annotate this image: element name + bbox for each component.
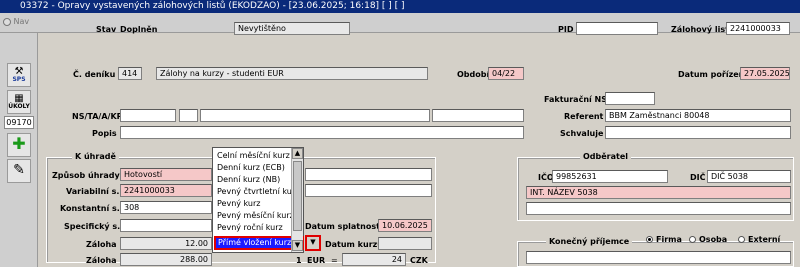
fakt-ns-field[interactable] bbox=[605, 92, 655, 105]
equals-sign: = bbox=[331, 256, 338, 265]
nsta-label: NS/TA/A/KP bbox=[72, 112, 123, 121]
referent-label: Referent bbox=[564, 112, 604, 121]
nav-button[interactable]: Nav bbox=[3, 17, 37, 31]
kurz-option[interactable]: Pevný měsíční kurz bbox=[217, 211, 294, 220]
var-extra-field[interactable] bbox=[305, 184, 432, 197]
print-status-field: Nevytištěno bbox=[234, 22, 350, 35]
scroll-up-icon[interactable]: ▲ bbox=[292, 148, 303, 159]
zal-list-field[interactable]: 2241000033 bbox=[726, 22, 790, 35]
pid-field[interactable] bbox=[576, 22, 658, 35]
splatnost-label: Datum splatnosti bbox=[305, 222, 383, 231]
dropdown-scrollbar[interactable]: ▲ ▼ bbox=[291, 148, 303, 252]
customer-address-field[interactable] bbox=[526, 202, 791, 215]
fakt-ns-label: Fakturační NS bbox=[544, 95, 607, 104]
kurz-qty: 1 bbox=[296, 256, 302, 265]
kurz-option[interactable]: Denní kurz (ECB) bbox=[217, 163, 292, 172]
obdobi-field[interactable]: 04/22 bbox=[488, 67, 524, 80]
schvaluje-field[interactable] bbox=[605, 126, 791, 139]
spec-field[interactable] bbox=[120, 219, 212, 232]
rate-field[interactable]: 24 bbox=[342, 253, 406, 266]
kurz-option[interactable]: Pevný čtvrtletní kurz bbox=[217, 187, 299, 196]
popis-label: Popis bbox=[92, 129, 117, 138]
a-field[interactable] bbox=[200, 109, 430, 122]
kurz-option[interactable]: Pevný roční kurz bbox=[217, 223, 292, 232]
pid-label: PID bbox=[558, 25, 574, 34]
window-title: 03372 - Opravy vystavených zálohových li… bbox=[0, 0, 800, 13]
zaloha2-field[interactable]: 288.00 bbox=[120, 253, 212, 266]
kurz-dropdown-list[interactable]: Celní měsíční kurz Denní kurz (ECB) Denn… bbox=[212, 147, 304, 253]
currency-to: CZK bbox=[410, 256, 428, 265]
record-counter: 09170 bbox=[4, 116, 34, 129]
datum-kurzu-label: Datum kurzu bbox=[325, 240, 383, 249]
stav-value: Doplněn bbox=[120, 25, 158, 34]
datum-poriz-field[interactable]: 27.05.2025 bbox=[740, 67, 790, 80]
ta-field[interactable] bbox=[179, 109, 198, 122]
splatnost-field[interactable]: 10.06.2025 bbox=[378, 219, 432, 232]
currency-from: EUR bbox=[307, 256, 326, 265]
ukoly-button[interactable]: ▦ ÚKOLY bbox=[7, 90, 31, 114]
datum-poriz-label: Datum pořízení bbox=[678, 70, 748, 79]
zpusob-label: Způsob úhrady bbox=[52, 171, 120, 180]
dropdown-arrow-icon[interactable]: ▼ bbox=[305, 235, 321, 251]
zal-list-label: Zálohový list bbox=[671, 25, 729, 34]
prijemce-title: Konečný příjemce bbox=[546, 237, 633, 246]
cdeniku-name: Zálohy na kurzy - studenti EUR bbox=[156, 67, 428, 80]
odberatel-title: Odběratel bbox=[580, 152, 632, 161]
uhrada-title: K úhradě bbox=[72, 152, 119, 161]
prijemce-field[interactable] bbox=[526, 251, 791, 264]
kurz-option[interactable]: Denní kurz (NB) bbox=[217, 175, 292, 184]
ns-field[interactable] bbox=[120, 109, 176, 122]
stav-label: Stav bbox=[96, 25, 117, 34]
kurz-option[interactable]: Celní měsíční kurz bbox=[217, 151, 292, 160]
radio-externi-label: Externí bbox=[748, 235, 781, 244]
add-icon[interactable]: ✚ bbox=[7, 133, 31, 157]
ukoly-label: ÚKOLY bbox=[8, 103, 30, 110]
sps-label: SPS bbox=[12, 76, 26, 83]
radio-osoba-label: Osoba bbox=[699, 235, 728, 244]
ico-field[interactable]: 99852631 bbox=[552, 170, 668, 183]
schvaluje-label: Schvaluje bbox=[560, 129, 604, 138]
customer-name-field[interactable]: INT. NÁZEV 5038 bbox=[526, 186, 791, 199]
obdobi-label: Období bbox=[457, 70, 490, 79]
nav-icon bbox=[3, 17, 11, 26]
scroll-thumb[interactable] bbox=[293, 161, 302, 231]
konst-field[interactable]: 308 bbox=[120, 201, 212, 214]
var-field[interactable]: 2241000033 bbox=[120, 184, 212, 197]
zpusob-extra-field[interactable] bbox=[305, 168, 432, 181]
zaloha-field[interactable]: 12.00 bbox=[120, 237, 212, 250]
dic-field[interactable]: DIČ 5038 bbox=[707, 170, 791, 183]
datum-kurzu-field[interactable] bbox=[378, 237, 432, 250]
nav-label: Nav bbox=[13, 17, 30, 26]
edit-icon[interactable]: ✎ bbox=[7, 159, 31, 183]
sps-button[interactable]: ⚒ SPS bbox=[7, 63, 31, 87]
radio-firma-label: Firma bbox=[656, 235, 682, 244]
zaloha2-label: Záloha bbox=[86, 256, 117, 265]
radio-osoba[interactable] bbox=[689, 236, 696, 243]
kurz-option[interactable]: Pevný kurz bbox=[217, 199, 292, 208]
kp-field[interactable] bbox=[432, 109, 524, 122]
zpusob-field[interactable]: Hotovostí bbox=[120, 168, 212, 181]
referent-field[interactable]: BBM Zaměstnanci 80048 bbox=[605, 109, 791, 122]
radio-externi[interactable] bbox=[738, 236, 745, 243]
popis-field[interactable] bbox=[120, 126, 524, 139]
cdeniku-label: Č. deníku bbox=[73, 70, 116, 79]
radio-firma[interactable] bbox=[646, 236, 653, 243]
var-label: Variabilní s. bbox=[66, 187, 120, 196]
scroll-down-icon[interactable]: ▼ bbox=[292, 240, 303, 251]
cdeniku-code[interactable]: 414 bbox=[118, 67, 142, 80]
zaloha-label: Záloha bbox=[86, 240, 117, 249]
dic-label: DIČ bbox=[690, 173, 706, 182]
konst-label: Konstantní s. bbox=[60, 204, 120, 213]
spec-label: Specifický s. bbox=[64, 222, 121, 231]
